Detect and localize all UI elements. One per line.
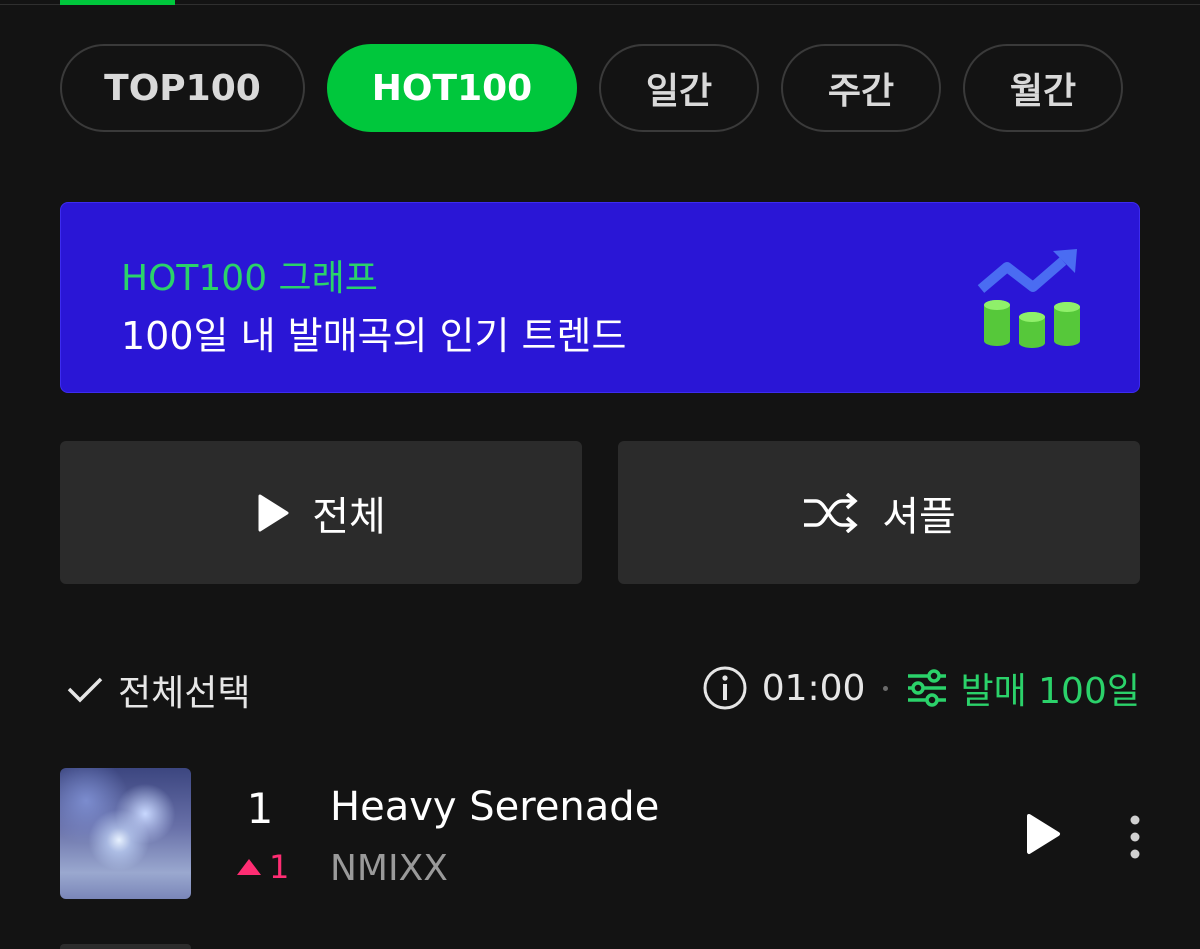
select-all-toggle[interactable]: 전체선택 [66,664,250,716]
release-filter-label: 발매 100일 [960,671,1140,712]
banner-title: HOT100 그래프 [121,258,378,299]
tab-weekly[interactable]: 주간 [781,44,941,132]
tab-daily[interactable]: 일간 [599,44,759,132]
song-artist[interactable]: NMIXX [330,848,448,889]
hot100-graph-banner[interactable]: HOT100 그래프 100일 내 발매곡의 인기 트렌드 [60,202,1140,393]
release-filter-button[interactable]: 발매 100일 [906,662,1140,714]
more-options-icon[interactable] [1128,814,1142,860]
play-all-button[interactable]: 전체 [60,441,582,584]
info-icon [703,666,747,710]
album-art[interactable] [60,768,191,899]
rank-change-value: 1 [269,848,290,886]
song-title[interactable]: Heavy Serenade [330,784,659,830]
chart-tabs: TOP100 HOT100 일간 주간 월간 [60,44,1123,132]
next-album-art [60,944,191,949]
play-icon [258,494,289,531]
filter-icon [908,669,947,707]
shuffle-label: 셔플 [882,493,956,540]
rank-up-icon [237,859,261,875]
tab-hot100[interactable]: HOT100 [327,44,577,132]
banner-subtitle: 100일 내 발매곡의 인기 트렌드 [121,314,627,358]
trend-chart-icon [977,249,1080,348]
list-item[interactable]: 1 1 Heavy Serenade NMIXX [60,768,1140,902]
play-icon[interactable] [1024,812,1062,856]
check-icon [67,677,103,703]
chart-meta: 01:00 발매 100일 [702,662,1140,714]
header-divider [0,4,1200,5]
song-rank: 1 [246,784,274,833]
select-all-label: 전체선택 [118,673,251,714]
chart-info-button[interactable]: 01:00 [702,665,866,711]
shuffle-button[interactable]: 셔플 [618,441,1140,584]
active-nav-indicator [60,0,175,5]
shuffle-icon [804,492,858,533]
rank-change: 1 [235,848,289,886]
separator-dot [883,685,889,691]
tab-top100[interactable]: TOP100 [60,44,305,132]
tab-monthly[interactable]: 월간 [963,44,1123,132]
chart-time: 01:00 [761,667,866,709]
play-all-label: 전체 [312,493,386,540]
